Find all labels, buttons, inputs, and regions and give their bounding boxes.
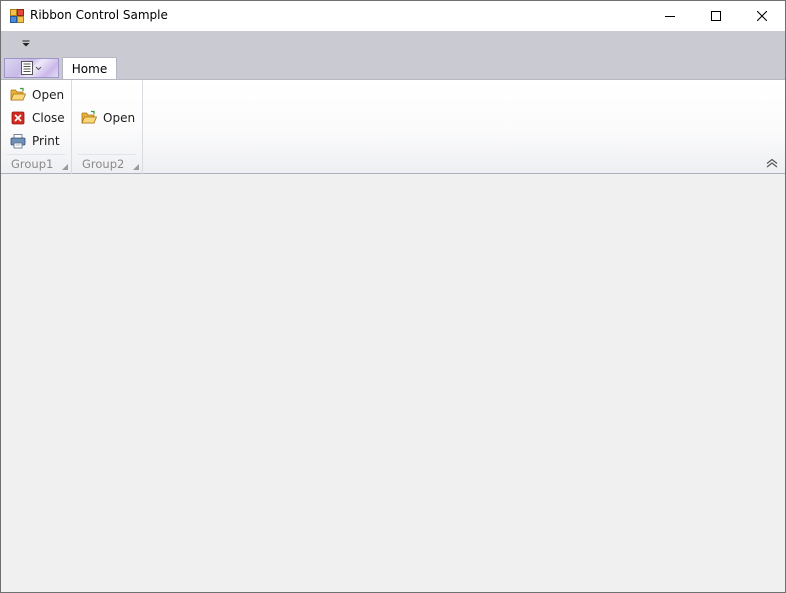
minimize-icon	[665, 16, 675, 17]
group1-open-label: Open	[32, 88, 65, 102]
ribbon-group-2: Open Group2	[72, 80, 143, 174]
group1-close-label: Close	[32, 111, 65, 125]
tab-home[interactable]: Home	[62, 57, 117, 80]
maximize-icon	[711, 11, 721, 21]
quick-access-toolbar	[1, 31, 785, 55]
close-red-icon	[11, 111, 25, 125]
document-menu-icon	[20, 61, 41, 75]
application-menu-button[interactable]	[4, 58, 59, 78]
app-icon	[10, 9, 24, 23]
collapse-ribbon-button[interactable]	[764, 156, 780, 170]
tab-home-label: Home	[71, 62, 108, 76]
dialog-launcher-icon[interactable]	[62, 164, 68, 170]
group2-label: Group2	[82, 157, 125, 171]
dropdown-arrow-icon	[22, 40, 30, 46]
close-icon	[757, 11, 767, 21]
folder-open-icon	[10, 87, 26, 101]
group1-print-button[interactable]: Print	[10, 131, 60, 151]
group1-open-button[interactable]: Open	[10, 85, 64, 105]
group1-label: Group1	[11, 157, 54, 171]
folder-open-icon	[81, 110, 97, 124]
chevron-up-double-icon	[766, 158, 778, 168]
minimize-button[interactable]	[647, 1, 693, 31]
maximize-button[interactable]	[693, 1, 739, 31]
group1-divider	[7, 154, 65, 155]
printer-icon	[10, 134, 26, 149]
ribbon-tab-strip: Home	[1, 55, 785, 80]
close-window-button[interactable]	[739, 1, 785, 31]
group2-open-label: Open	[103, 111, 136, 125]
app-window: Ribbon Control Sample Home Open Close Pr…	[0, 0, 786, 593]
window-title: Ribbon Control Sample	[30, 8, 168, 22]
group1-close-button[interactable]: Close	[10, 108, 65, 128]
group2-open-button[interactable]: Open	[81, 108, 135, 128]
ribbon-panel: Open Close Print Group1 Open Group2	[1, 79, 785, 174]
dialog-launcher-icon[interactable]	[133, 164, 139, 170]
title-bar[interactable]: Ribbon Control Sample	[1, 1, 785, 31]
ribbon-group-1: Open Close Print Group1	[1, 80, 72, 174]
group2-divider	[78, 154, 136, 155]
qat-customize-button[interactable]	[20, 37, 32, 49]
client-area	[1, 175, 785, 592]
group1-print-label: Print	[32, 134, 60, 148]
